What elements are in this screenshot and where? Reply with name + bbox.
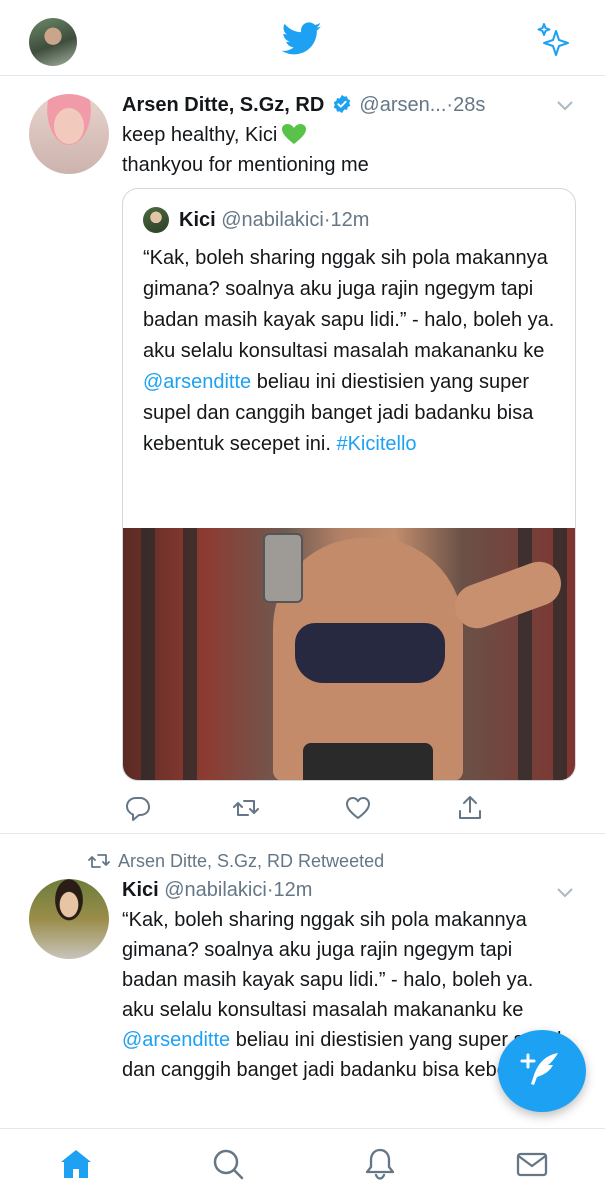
author-handle[interactable]: @nabilakici — [164, 879, 267, 901]
chevron-down-icon[interactable] — [556, 887, 574, 899]
tweet-text-line: keep healthy, Kici — [122, 124, 278, 146]
retweeted-by-label: Arsen Ditte, S.Gz, RD Retweeted — [88, 849, 384, 873]
tweet-header: Kici @nabilakici·12m — [122, 875, 312, 905]
retweet-icon — [88, 854, 110, 868]
tweet-author-avatar[interactable] — [29, 879, 109, 959]
notifications-icon[interactable] — [363, 1147, 397, 1181]
separator-dot: · — [323, 209, 331, 231]
retweet-icon[interactable] — [232, 794, 260, 822]
mention-link[interactable]: @arsenditte — [143, 371, 251, 393]
quoted-author-avatar[interactable] — [143, 207, 169, 233]
messages-icon[interactable] — [515, 1147, 549, 1181]
quoted-text-part: “Kak, boleh sharing nggak sih pola makan… — [143, 247, 555, 362]
twitter-bird-icon — [282, 22, 322, 55]
mention-link[interactable]: @arsenditte — [122, 1029, 230, 1051]
sparkle-icon[interactable] — [536, 22, 572, 58]
tweet-text-part: “Kak, boleh sharing nggak sih pola makan… — [122, 909, 534, 1021]
tweet-text: “Kak, boleh sharing nggak sih pola makan… — [122, 905, 562, 1125]
tweet-actions — [122, 794, 482, 822]
hashtag-link[interactable]: #Kicitello — [336, 433, 416, 455]
tweet-time[interactable]: 28s — [453, 94, 485, 116]
home-icon[interactable] — [59, 1147, 93, 1181]
author-handle[interactable]: @arsen... — [359, 94, 446, 116]
verified-badge-icon — [333, 94, 351, 114]
bottom-navigation — [0, 1128, 605, 1200]
quoted-tweet-text: “Kak, boleh sharing nggak sih pola makan… — [143, 243, 563, 460]
green-heart-icon — [282, 124, 307, 144]
retweeted-by-text[interactable]: Arsen Ditte, S.Gz, RD Retweeted — [118, 851, 384, 871]
quoted-tweet-header: Kici @nabilakici·12m — [179, 205, 369, 235]
tweet-author-avatar[interactable] — [29, 94, 109, 174]
tweet[interactable]: Arsen Ditte, S.Gz, RD @arsen...·28s keep… — [0, 76, 605, 834]
quoted-author-name[interactable]: Kici — [179, 209, 216, 231]
tweet-text-line: thankyou for mentioning me — [122, 154, 369, 176]
quoted-author-handle[interactable]: @nabilakici — [221, 209, 324, 231]
search-icon[interactable] — [211, 1147, 245, 1181]
tweet-text: keep healthy, Kici thankyou for mentioni… — [122, 120, 582, 180]
compose-tweet-button[interactable] — [498, 1030, 586, 1112]
chevron-down-icon[interactable] — [556, 100, 574, 112]
top-bar — [0, 0, 605, 76]
share-icon[interactable] — [456, 794, 484, 822]
tweet-time[interactable]: 12m — [274, 879, 313, 901]
author-name[interactable]: Kici — [122, 879, 159, 901]
like-icon[interactable] — [344, 794, 372, 822]
profile-avatar[interactable] — [29, 18, 77, 66]
quoted-tweet-photo[interactable] — [123, 528, 575, 780]
quoted-tweet-time[interactable]: 12m — [331, 209, 370, 231]
author-name[interactable]: Arsen Ditte, S.Gz, RD — [122, 94, 324, 116]
quoted-tweet[interactable]: Kici @nabilakici·12m “Kak, boleh sharing… — [122, 188, 576, 781]
reply-icon[interactable] — [124, 794, 152, 822]
feather-plus-icon — [520, 1053, 558, 1085]
separator-dot: · — [266, 879, 274, 901]
tweet-header: Arsen Ditte, S.Gz, RD @arsen...·28s — [122, 90, 485, 120]
